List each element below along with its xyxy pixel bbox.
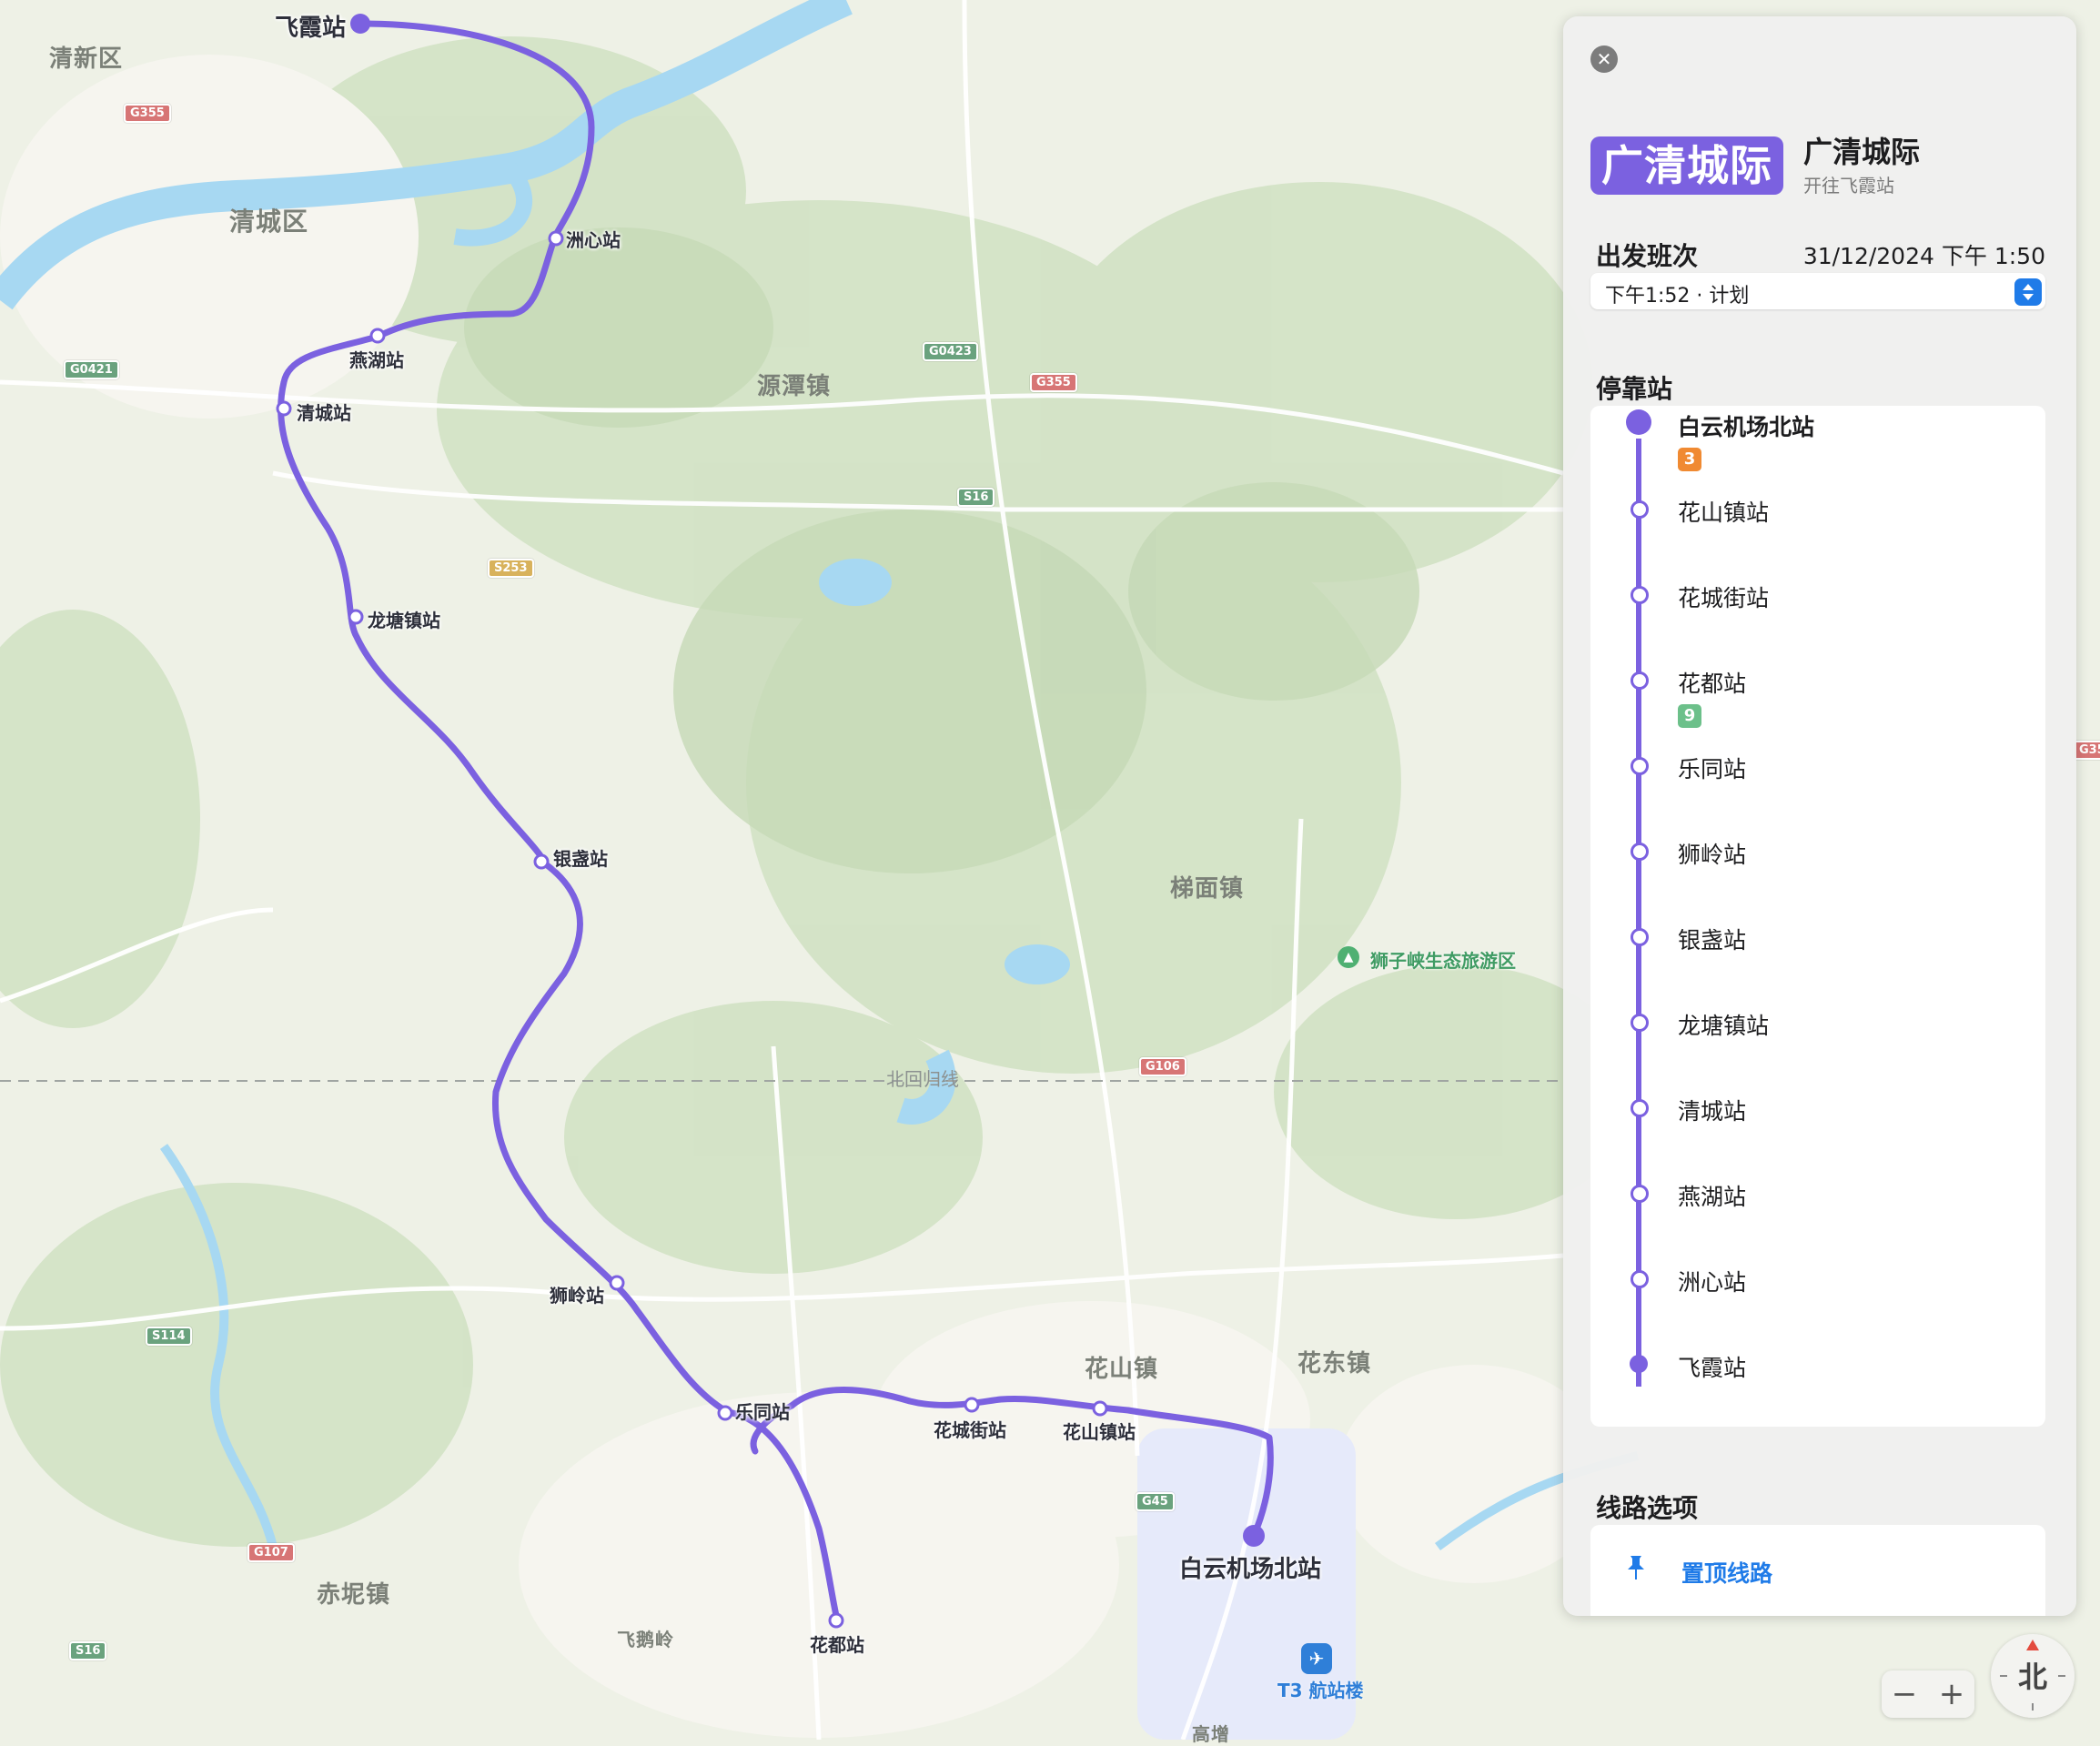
stops-title: 停靠站	[1596, 374, 1673, 404]
stop-dot	[1631, 671, 1649, 690]
departure-date[interactable]: 31/12/2024	[1803, 243, 1934, 269]
compass-needle-icon	[2026, 1640, 2039, 1650]
line-detail-panel: ✕ 广清城际 广清城际 开往飞霞站 出发班次 31/12/2024 下午 1:50…	[1563, 16, 2076, 1616]
stop-dot	[1631, 1099, 1649, 1117]
stop-row[interactable]: 乐同站	[1590, 750, 2045, 804]
stop-row[interactable]: 花城街站	[1590, 579, 2045, 633]
stop-row[interactable]: 清城站	[1590, 1092, 2045, 1146]
stop-dot	[1631, 1185, 1649, 1203]
chevron-updown-icon[interactable]	[2014, 278, 2042, 306]
zoom-control: − +	[1882, 1670, 1974, 1718]
stop-row[interactable]: 龙塘镇站	[1590, 1006, 2045, 1061]
stop-dot	[1631, 843, 1649, 861]
route-terminal-airport[interactable]	[1243, 1525, 1265, 1547]
options-title: 线路选项	[1596, 1493, 1699, 1523]
line-direction: 开往飞霞站	[1803, 175, 1894, 197]
pin-icon[interactable]	[1625, 1554, 1647, 1581]
transfer-line-badge[interactable]: 9	[1678, 704, 1701, 728]
pin-route-button[interactable]: 置顶线路	[1681, 1556, 1772, 1589]
stop-row[interactable]: 洲心站	[1590, 1263, 2045, 1317]
stop-row[interactable]: 飞霞站	[1590, 1348, 2045, 1403]
stop-name: 燕湖站	[1678, 1184, 1747, 1210]
route-terminal-feixia[interactable]	[350, 14, 370, 34]
stop-row[interactable]: 白云机场北站 3	[1590, 408, 2045, 471]
stop-row[interactable]: 银盏站	[1590, 921, 2045, 975]
stop-row[interactable]: 花都站 9	[1590, 664, 2045, 728]
stop-dot	[1631, 500, 1649, 519]
stop-row[interactable]: 燕湖站	[1590, 1177, 2045, 1232]
stop-name: 龙塘镇站	[1678, 1013, 1770, 1039]
stop-dot	[1631, 1270, 1649, 1288]
stop-name: 花都站	[1678, 671, 1747, 697]
stop-row[interactable]: 花山镇站	[1590, 493, 2045, 548]
transfer-line-badge[interactable]: 3	[1678, 448, 1701, 471]
stop-name: 乐同站	[1678, 756, 1747, 782]
stop-dot	[1630, 1355, 1648, 1373]
zoom-out-button[interactable]: −	[1882, 1674, 1927, 1714]
stop-dot	[1626, 409, 1651, 435]
stop-dot	[1631, 1014, 1649, 1032]
compass-tick	[2032, 1703, 2034, 1711]
compass-tick	[2058, 1675, 2065, 1677]
close-icon[interactable]: ✕	[1590, 45, 1618, 73]
line-name: 广清城际	[1803, 135, 1921, 169]
departure-datetime[interactable]: 31/12/2024 下午 1:50	[1803, 238, 2045, 271]
departure-time[interactable]: 下午 1:50	[1942, 243, 2045, 269]
compass[interactable]: 北	[1991, 1634, 2075, 1718]
stop-name: 洲心站	[1678, 1269, 1747, 1296]
stop-dot	[1631, 928, 1649, 946]
stop-row[interactable]: 狮岭站	[1590, 835, 2045, 890]
stop-name: 花城街站	[1678, 585, 1770, 611]
stop-dot	[1631, 757, 1649, 775]
departure-select-value: 下午1:52 · 计划	[1605, 285, 1750, 308]
stop-name: 狮岭站	[1678, 842, 1747, 868]
stop-name: 飞霞站	[1678, 1355, 1747, 1381]
options-list: 置顶线路	[1590, 1525, 2045, 1616]
stop-name: 花山镇站	[1678, 500, 1770, 526]
zoom-in-button[interactable]: +	[1929, 1674, 1974, 1714]
line-badge: 广清城际	[1590, 136, 1783, 195]
departure-select[interactable]: 下午1:52 · 计划	[1590, 273, 2045, 309]
stop-name: 白云机场北站	[1678, 414, 1815, 440]
stop-name: 清城站	[1678, 1098, 1747, 1125]
stop-name: 银盏站	[1678, 927, 1747, 954]
stop-dot	[1631, 586, 1649, 604]
compass-tick	[2000, 1675, 2007, 1677]
departure-title: 出发班次	[1596, 241, 1699, 271]
stops-list: 白云机场北站 3 花山镇站花城街站花都站 9 乐同站狮岭站银盏站龙塘镇站清城站燕湖站洲心…	[1590, 406, 2045, 1427]
